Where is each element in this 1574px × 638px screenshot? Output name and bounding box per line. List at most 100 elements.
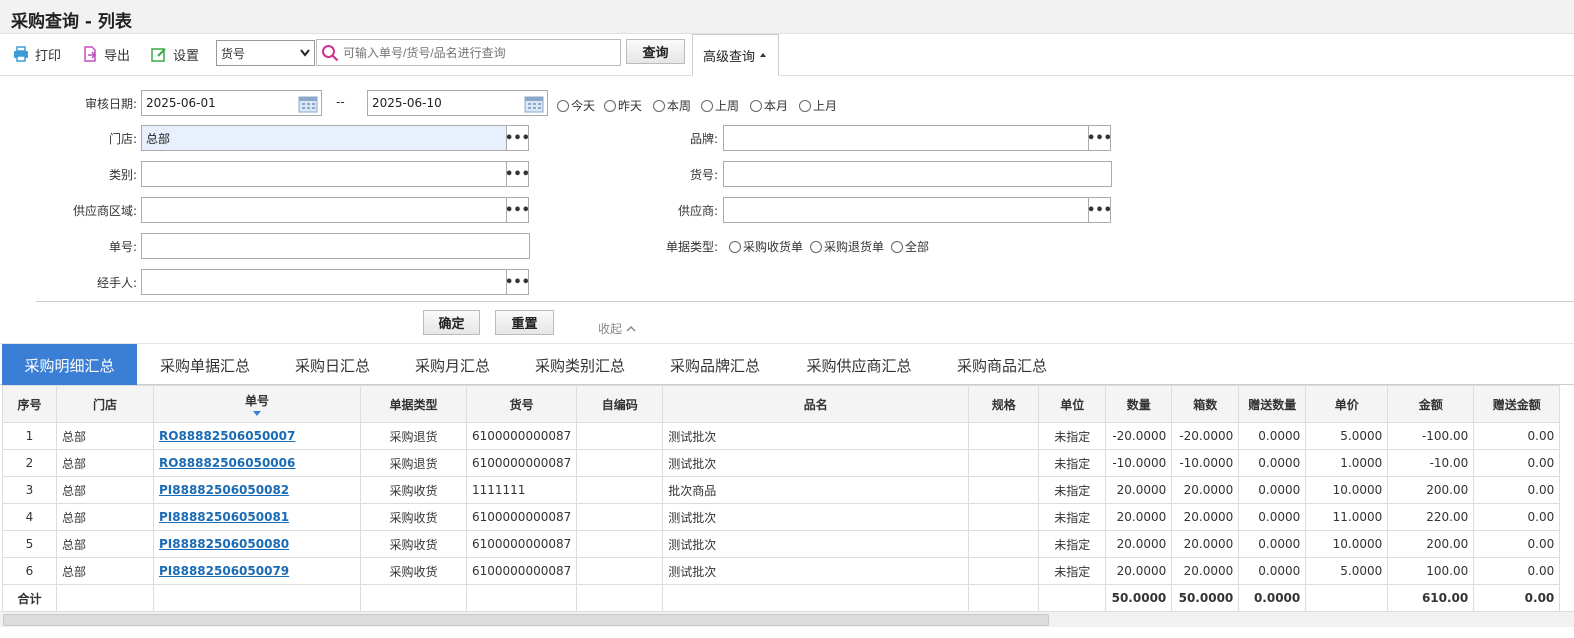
col-header[interactable]: 自编码 — [576, 385, 664, 423]
print-button[interactable]: 打印 — [13, 44, 61, 64]
radio-last-week[interactable]: 上周 — [701, 97, 739, 114]
col-header[interactable]: 金额 — [1387, 385, 1475, 423]
table-row[interactable]: 6 总部 PI88882506050079 采购收货 6100000000087 测试批次… — [2, 557, 1561, 585]
doc-no-link[interactable]: PI88882506050079 — [159, 564, 289, 578]
col-header[interactable]: 赠送数量 — [1238, 385, 1307, 423]
radio-purchase-receipt[interactable]: 采购收货单 — [729, 238, 803, 255]
table-cell: 未指定 — [1038, 476, 1107, 504]
table-cell: 1.0000 — [1305, 449, 1389, 477]
table-cell: -100.00 — [1387, 422, 1475, 450]
export-icon — [84, 46, 97, 62]
table-row[interactable]: 2 总部 RO88882506050006 采购退货 6100000000087 测试批次… — [2, 449, 1561, 477]
tab-monthly-summary[interactable]: 采购月汇总 — [395, 344, 510, 386]
table-cell: 0.0000 — [1238, 449, 1307, 477]
search-input[interactable] — [343, 45, 620, 60]
table-cell: 未指定 — [1038, 557, 1107, 585]
total-cell — [662, 584, 970, 612]
table-cell: 20.0000 — [1105, 530, 1173, 558]
col-header-doc-no[interactable]: 单号 — [153, 385, 361, 423]
tab-category-summary[interactable]: 采购类别汇总 — [515, 344, 645, 386]
table-cell: 采购收货 — [360, 503, 467, 531]
table-cell — [968, 449, 1040, 477]
col-header[interactable]: 货号 — [465, 385, 578, 423]
horizontal-scrollbar[interactable] — [0, 611, 1574, 627]
table-row[interactable]: 3 总部 PI88882506050082 采购收货 1111111 批次商品 未指定 20.… — [2, 476, 1561, 504]
doc-no-link[interactable]: RO88882506050007 — [159, 429, 295, 443]
tab-supplier-summary[interactable]: 采购供应商汇总 — [785, 344, 933, 386]
doc-no-input[interactable] — [141, 233, 530, 259]
tab-product-summary[interactable]: 采购商品汇总 — [937, 344, 1067, 386]
doc-no-link[interactable]: PI88882506050080 — [159, 537, 289, 551]
printer-icon — [14, 46, 28, 62]
col-header[interactable]: 单价 — [1305, 385, 1389, 423]
col-header[interactable]: 箱数 — [1171, 385, 1240, 423]
doc-no-label: 单号: — [108, 240, 137, 254]
tab-doc-summary[interactable]: 采购单据汇总 — [140, 344, 270, 386]
reset-button[interactable]: 重置 — [495, 310, 554, 335]
radio-this-month-label: 本月 — [764, 99, 789, 113]
table-row[interactable]: 4 总部 PI88882506050081 采购收货 6100000000087 测试批次… — [2, 503, 1561, 531]
table-row[interactable]: 5 总部 PI88882506050080 采购收货 6100000000087 测试批次… — [2, 530, 1561, 558]
col-header[interactable]: 数量 — [1105, 385, 1173, 423]
search-field-select[interactable]: 货号 — [216, 40, 315, 66]
radio-last-month[interactable]: 上月 — [799, 97, 837, 114]
search-box[interactable] — [316, 39, 621, 66]
col-header[interactable]: 品名 — [662, 385, 970, 423]
handler-input[interactable] — [141, 269, 507, 295]
handler-picker-button[interactable]: ••• — [505, 269, 530, 295]
category-input[interactable] — [141, 161, 507, 187]
radio-purchase-return[interactable]: 采购退货单 — [810, 238, 884, 255]
supplier-input[interactable] — [723, 197, 1089, 223]
scrollbar-thumb[interactable] — [3, 614, 1049, 626]
col-header[interactable]: 规格 — [968, 385, 1040, 423]
calendar-icon[interactable] — [524, 95, 544, 113]
store-picker-button[interactable]: ••• — [505, 125, 530, 151]
doc-no-link[interactable]: PI88882506050082 — [159, 483, 289, 497]
confirm-button[interactable]: 确定 — [423, 310, 480, 335]
date-to-input[interactable]: 2025-06-10 — [367, 90, 548, 116]
table-cell: 采购收货 — [360, 530, 467, 558]
col-header[interactable]: 序号 — [2, 385, 57, 423]
store-input[interactable]: 总部 — [141, 125, 507, 151]
advanced-query-tab[interactable]: 高级查询 — [692, 34, 779, 76]
doc-no-link[interactable]: PI88882506050081 — [159, 510, 289, 524]
col-header[interactable]: 门店 — [56, 385, 154, 423]
brand-input[interactable] — [723, 125, 1089, 151]
tab-daily-summary[interactable]: 采购日汇总 — [275, 344, 390, 386]
calendar-icon[interactable] — [298, 95, 318, 113]
settings-button[interactable]: 设置 — [151, 44, 199, 64]
radio-today[interactable]: 今天 — [557, 97, 595, 114]
col-header[interactable]: 单位 — [1038, 385, 1107, 423]
radio-last-week-label: 上周 — [715, 99, 740, 113]
export-button[interactable]: 导出 — [82, 44, 130, 64]
tab-detail-summary[interactable]: 采购明细汇总 — [2, 344, 137, 386]
supplier-region-input[interactable] — [141, 197, 507, 223]
table-cell: 2 — [2, 449, 57, 477]
radio-yesterday[interactable]: 昨天 — [604, 97, 642, 114]
table-row[interactable]: 1 总部 RO88882506050007 采购退货 6100000000087 测试批次… — [2, 422, 1561, 450]
supplier-picker-button[interactable]: ••• — [1087, 197, 1112, 223]
total-cell: 50.0000 — [1171, 584, 1240, 612]
date-from-input[interactable]: 2025-06-01 — [141, 90, 322, 116]
tab-brand-summary[interactable]: 采购品牌汇总 — [650, 344, 780, 386]
category-picker-button[interactable]: ••• — [505, 161, 530, 187]
collapse-link[interactable]: 收起 — [598, 320, 636, 337]
total-cell — [56, 584, 154, 612]
radio-this-week[interactable]: 本周 — [653, 97, 691, 114]
col-header[interactable]: 赠送金额 — [1473, 385, 1561, 423]
table-cell — [576, 422, 664, 450]
supplier-label: 供应商: — [677, 204, 718, 218]
item-no-input[interactable] — [723, 161, 1112, 187]
radio-all[interactable]: 全部 — [891, 238, 929, 255]
supplier-region-picker-button[interactable]: ••• — [505, 197, 530, 223]
radio-this-month[interactable]: 本月 — [750, 97, 788, 114]
query-button[interactable]: 查询 — [626, 39, 685, 64]
table-cell — [576, 503, 664, 531]
col-header[interactable]: 单据类型 — [360, 385, 467, 423]
total-cell: 0.0000 — [1238, 584, 1307, 612]
brand-picker-button[interactable]: ••• — [1087, 125, 1112, 151]
table-cell: 100.00 — [1387, 557, 1475, 585]
col-header-label: 单号 — [244, 394, 269, 408]
table-cell: 总部 — [56, 449, 154, 477]
doc-no-link[interactable]: RO88882506050006 — [159, 456, 295, 470]
